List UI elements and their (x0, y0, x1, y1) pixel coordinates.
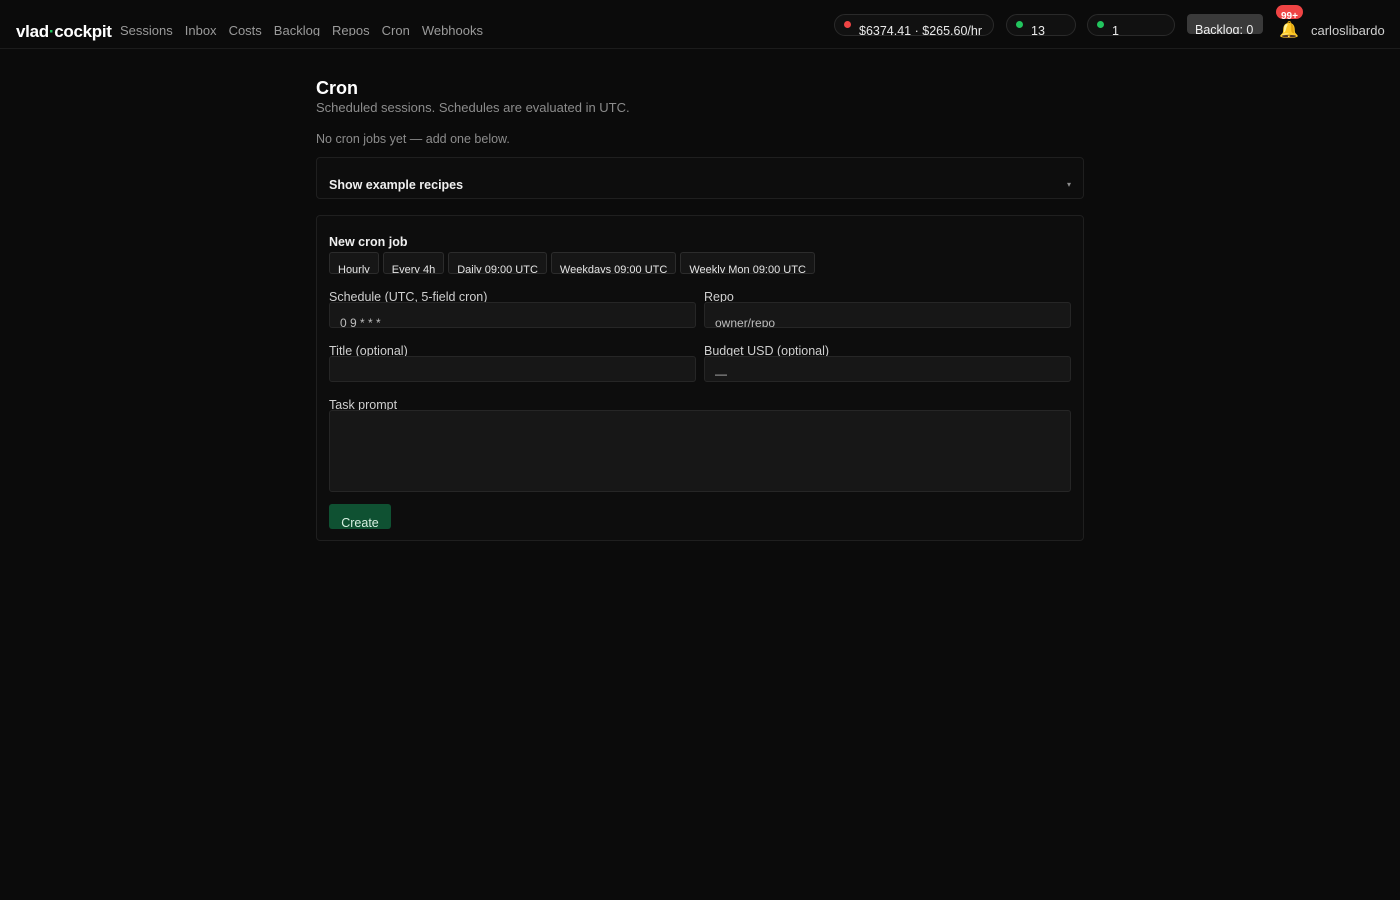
form-title: New cron job (329, 235, 408, 249)
page-subtitle: Scheduled sessions. Schedules are evalua… (316, 100, 630, 115)
workers-pill[interactable]: 1 workers (1087, 14, 1175, 36)
live-status-dot (1016, 21, 1023, 28)
example-recipes-toggle[interactable]: Show example recipes ▾ (316, 157, 1084, 199)
page-title: Cron (316, 78, 358, 98)
notifications-badge: 99+ (1276, 5, 1303, 19)
preset-button-hourly[interactable]: Hourly (329, 252, 379, 274)
create-button[interactable]: Create (329, 504, 391, 529)
bell-icon: 🔔 (1279, 22, 1299, 39)
nav-link-costs[interactable]: Costs (229, 22, 262, 36)
cost-status-dot (844, 21, 851, 28)
notifications-button[interactable]: 🔔 99+ (1276, 4, 1306, 42)
nav-link-cron[interactable]: Cron (382, 22, 410, 36)
budget-input[interactable]: — (704, 356, 1071, 382)
title-input[interactable] (329, 356, 696, 382)
nav-link-backlog[interactable]: Backlog (274, 22, 320, 36)
preset-button-every-4h[interactable]: Every 4h (382, 252, 445, 274)
live-pill-text: 13 live (1031, 24, 1045, 36)
schedule-input[interactable]: 0 9 * * * (329, 302, 696, 328)
empty-state-message: No cron jobs yet — add one below. (316, 132, 510, 146)
preset-button-weekly[interactable]: Weekly Mon 09:00 UTC (680, 252, 815, 274)
brand-logo[interactable]: vlad·cockpit (16, 22, 112, 42)
brand-prefix: vlad (16, 22, 49, 41)
workers-status-dot (1097, 21, 1104, 28)
live-sessions-pill[interactable]: 13 live (1006, 14, 1076, 36)
chevron-down-icon: ▾ (1066, 180, 1071, 189)
nav-link-inbox[interactable]: Inbox (185, 22, 217, 36)
task-prompt-textarea[interactable] (329, 410, 1071, 492)
nav-link-repos[interactable]: Repos (332, 22, 370, 36)
new-cron-job-form: New cron job Hourly Every 4h Daily 09:00… (316, 215, 1084, 541)
preset-button-daily[interactable]: Daily 09:00 UTC (448, 252, 547, 274)
nav-link-webhooks[interactable]: Webhooks (422, 22, 483, 36)
main-nav: Sessions Inbox Costs Backlog Repos Cron … (120, 22, 483, 36)
nav-link-sessions[interactable]: Sessions (120, 22, 173, 36)
schedule-presets: Hourly Every 4h Daily 09:00 UTC Weekdays… (329, 252, 815, 274)
recipes-label: Show example recipes (329, 178, 464, 192)
backlog-button[interactable]: Backlog: 0 (1187, 14, 1263, 34)
cost-pill-text: $6374.41 · $265.60/hr (859, 24, 983, 36)
brand-suffix: cockpit (54, 22, 112, 41)
repo-select[interactable]: owner/repo (704, 302, 1071, 328)
user-menu[interactable]: carloslibardo (1311, 23, 1385, 38)
preset-button-weekdays[interactable]: Weekdays 09:00 UTC (550, 252, 677, 274)
top-nav-bar: vlad·cockpit Sessions Inbox Costs Backlo… (0, 0, 1400, 49)
cost-pill[interactable]: $6374.41 · $265.60/hr (834, 14, 994, 36)
workers-pill-text: 1 workers (1112, 24, 1119, 36)
